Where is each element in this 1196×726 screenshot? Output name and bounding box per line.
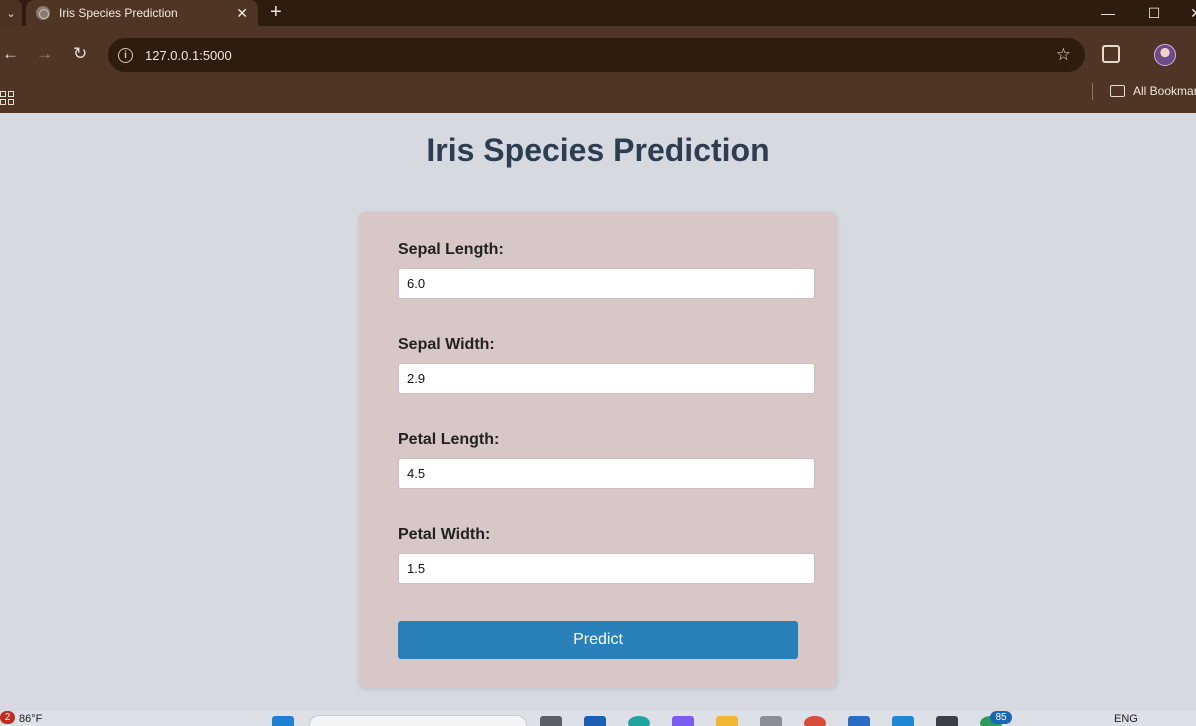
close-tab-icon[interactable]: ✕ [236, 5, 248, 22]
copilot-icon[interactable] [672, 716, 694, 726]
forward-icon[interactable]: → [36, 44, 53, 64]
profile-avatar[interactable] [1154, 44, 1176, 66]
language-indicator[interactable]: ENG [1114, 713, 1138, 725]
site-info-icon[interactable]: i [118, 47, 133, 63]
maximize-icon[interactable]: ☐ [1131, 0, 1177, 26]
petal-length-input[interactable] [398, 458, 815, 489]
reload-icon[interactable]: ↻ [73, 44, 87, 64]
notification-count-badge: 85 [990, 711, 1012, 724]
sepal-width-input[interactable] [398, 363, 815, 394]
back-icon[interactable]: ← [2, 44, 19, 64]
close-window-icon[interactable]: ✕ [1173, 0, 1196, 26]
edge-icon[interactable] [628, 716, 650, 726]
browser-tab[interactable]: Iris Species Prediction ✕ [26, 0, 258, 26]
task-view-icon[interactable] [540, 716, 562, 726]
minimize-icon[interactable]: — [1085, 0, 1131, 26]
url-text[interactable]: 127.0.0.1:5000 [145, 48, 1056, 63]
os-taskbar: 2 86°F 85 ENG [0, 711, 1196, 726]
bookmarks-divider [1092, 83, 1093, 100]
extensions-icon[interactable] [1102, 45, 1120, 63]
store-icon[interactable] [584, 716, 606, 726]
chrome-icon[interactable] [804, 716, 826, 726]
terminal-icon[interactable] [936, 716, 958, 726]
app-icon[interactable] [848, 716, 870, 726]
weather-alert-badge[interactable]: 2 [0, 711, 15, 724]
page-title: Iris Species Prediction [426, 132, 770, 168]
sepal-length-input[interactable] [398, 268, 815, 299]
bookmarks-bar: All Bookmarks [0, 83, 1196, 113]
address-bar[interactable]: i 127.0.0.1:5000 ☆ [108, 38, 1085, 72]
start-icon[interactable] [272, 716, 294, 726]
taskbar-search[interactable] [309, 715, 527, 726]
weather-temperature[interactable]: 86°F [19, 713, 42, 725]
petal-width-input[interactable] [398, 553, 815, 584]
sepal-width-label: Sepal Width: [398, 336, 495, 353]
prediction-form: Sepal Length: Sepal Width: Petal Length:… [359, 212, 837, 688]
apps-grid-icon[interactable] [0, 91, 14, 105]
predict-button[interactable]: Predict [398, 621, 798, 659]
petal-length-label: Petal Length: [398, 431, 500, 448]
globe-icon [36, 6, 50, 20]
tab-title: Iris Species Prediction [59, 6, 178, 20]
vscode-icon[interactable] [892, 716, 914, 726]
folder-icon [1110, 85, 1125, 97]
browser-toolbar: ← → ↻ i 127.0.0.1:5000 ☆ [0, 26, 1196, 83]
file-explorer-icon[interactable] [716, 716, 738, 726]
app-icon[interactable] [760, 716, 782, 726]
sepal-length-label: Sepal Length: [398, 241, 504, 258]
petal-width-label: Petal Width: [398, 526, 491, 543]
browser-tab-strip: ⌄ Iris Species Prediction ✕ + — ☐ ✕ [0, 0, 1196, 26]
bookmark-star-icon[interactable]: ☆ [1056, 45, 1071, 65]
tab-search-chevron-icon[interactable]: ⌄ [0, 0, 22, 26]
all-bookmarks-link[interactable]: All Bookmarks [1133, 84, 1196, 98]
new-tab-button[interactable]: + [270, 2, 282, 22]
